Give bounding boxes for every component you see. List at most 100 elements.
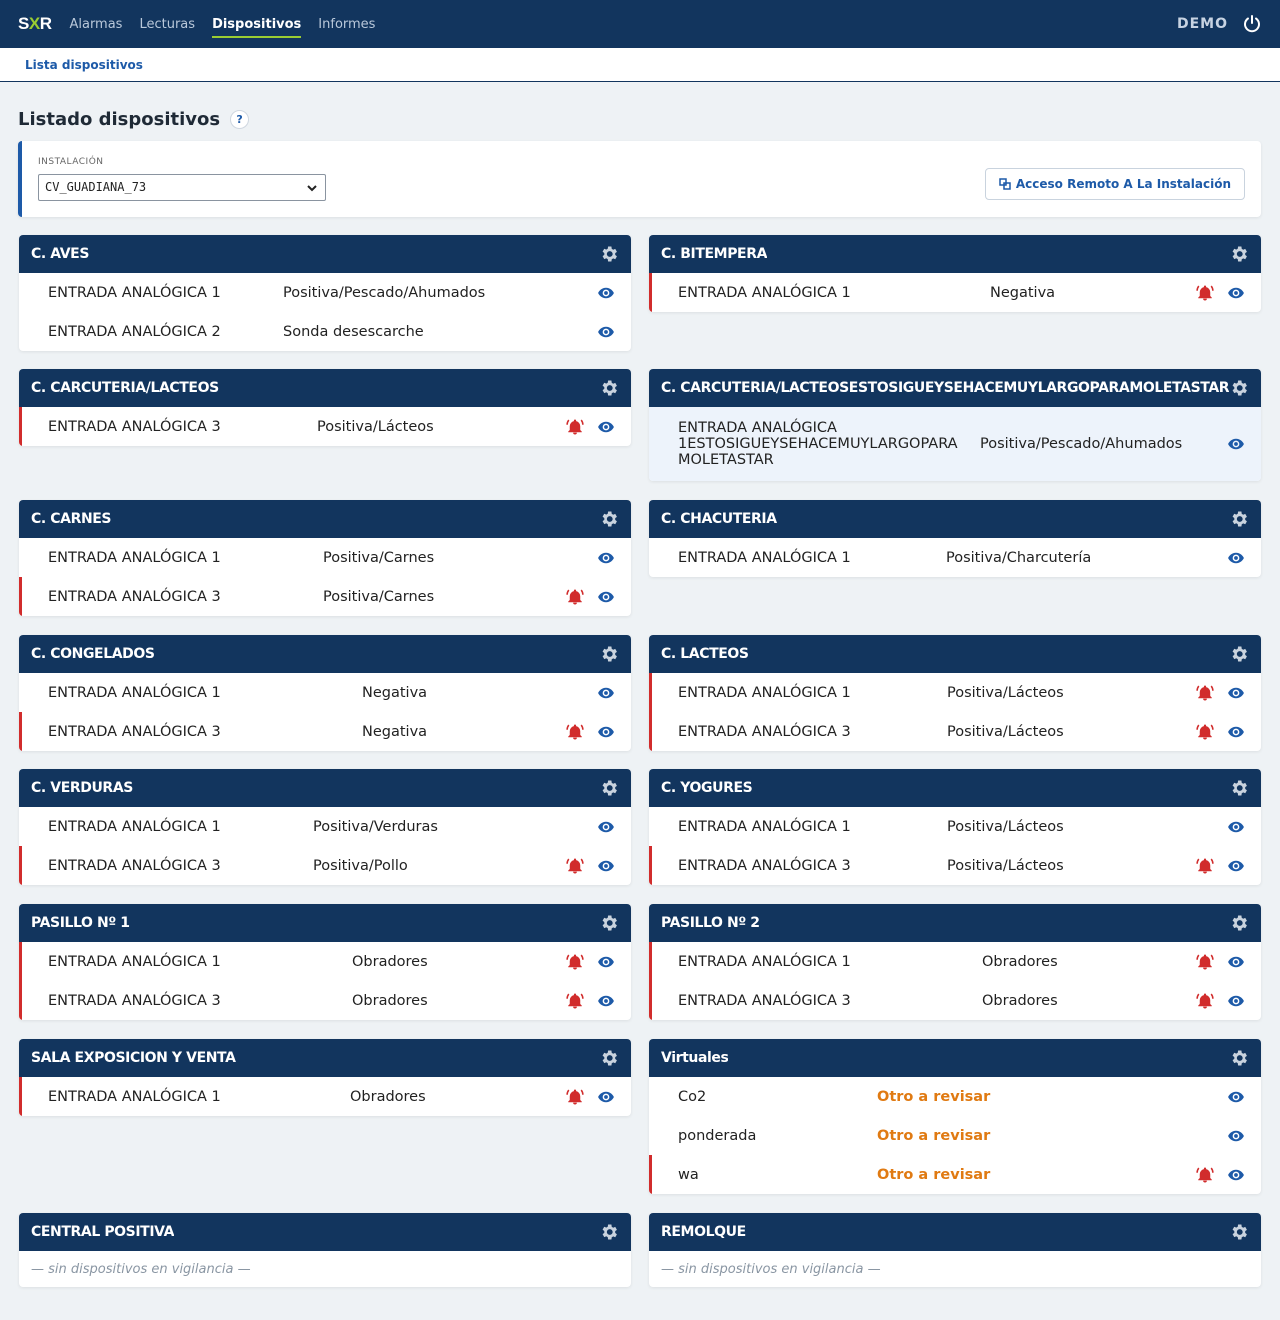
device-row[interactable]: wa Otro a revisar bbox=[649, 1155, 1261, 1194]
device-row[interactable]: ENTRADA ANALÓGICA 1ESTOSIGUEYSEHACEMUYLA… bbox=[649, 407, 1261, 481]
gear-icon[interactable] bbox=[1229, 913, 1249, 933]
gear-icon[interactable] bbox=[1229, 378, 1249, 398]
eye-icon[interactable] bbox=[597, 418, 615, 436]
device-row[interactable]: ENTRADA ANALÓGICA 3 Negativa bbox=[19, 712, 631, 751]
device-row[interactable]: ENTRADA ANALÓGICA 1 Obradores bbox=[649, 942, 1261, 981]
gear-icon[interactable] bbox=[599, 1222, 619, 1242]
gear-icon[interactable] bbox=[1229, 509, 1249, 529]
card-header: C. LACTEOS bbox=[649, 635, 1261, 673]
gear-icon[interactable] bbox=[599, 1048, 619, 1068]
device-row[interactable]: ENTRADA ANALÓGICA 1 Positiva/Charcutería bbox=[649, 538, 1261, 577]
nav-lecturas[interactable]: Lecturas bbox=[139, 0, 195, 48]
device-name: Co2 bbox=[678, 1088, 707, 1105]
card-header: C. CHACUTERIA bbox=[649, 500, 1261, 538]
eye-icon[interactable] bbox=[1227, 284, 1245, 302]
nav-informes[interactable]: Informes bbox=[318, 0, 375, 48]
device-row[interactable]: ENTRADA ANALÓGICA 1 Negativa bbox=[649, 273, 1261, 312]
device-row[interactable]: ENTRADA ANALÓGICA 1 Positiva/Carnes bbox=[19, 538, 631, 577]
eye-icon[interactable] bbox=[597, 684, 615, 702]
device-name: ENTRADA ANALÓGICA 3 bbox=[48, 588, 221, 605]
device-row[interactable]: ENTRADA ANALÓGICA 3 Positiva/Lácteos bbox=[649, 846, 1261, 885]
device-row[interactable]: ENTRADA ANALÓGICA 3 Positiva/Lácteos bbox=[649, 712, 1261, 751]
eye-icon[interactable] bbox=[597, 953, 615, 971]
device-row[interactable]: ENTRADA ANALÓGICA 1 Positiva/Lácteos bbox=[649, 673, 1261, 712]
gear-icon[interactable] bbox=[599, 509, 619, 529]
card-title: C. BITEMPERA bbox=[661, 246, 768, 262]
gear-icon[interactable] bbox=[1229, 1048, 1249, 1068]
gear-icon[interactable] bbox=[1229, 778, 1249, 798]
eye-icon[interactable] bbox=[597, 818, 615, 836]
gear-icon[interactable] bbox=[1229, 644, 1249, 664]
alarm-bell-icon[interactable] bbox=[1196, 953, 1214, 971]
device-card: SALA EXPOSICION Y VENTA ENTRADA ANALÓGICA… bbox=[19, 1039, 631, 1116]
eye-icon[interactable] bbox=[1227, 1166, 1245, 1184]
eye-icon[interactable] bbox=[1227, 1088, 1245, 1106]
eye-icon[interactable] bbox=[1227, 857, 1245, 875]
device-name: ENTRADA ANALÓGICA 3 bbox=[48, 418, 221, 435]
gear-icon[interactable] bbox=[599, 378, 619, 398]
device-row[interactable]: ENTRADA ANALÓGICA 3 Positiva/Carnes bbox=[19, 577, 631, 616]
eye-icon[interactable] bbox=[597, 323, 615, 341]
device-row[interactable]: ENTRADA ANALÓGICA 1 Obradores bbox=[19, 1077, 631, 1116]
eye-icon[interactable] bbox=[597, 549, 615, 567]
gear-icon[interactable] bbox=[1229, 244, 1249, 264]
eye-icon[interactable] bbox=[597, 1088, 615, 1106]
help-icon[interactable]: ? bbox=[230, 109, 250, 129]
eye-icon[interactable] bbox=[1227, 1127, 1245, 1145]
eye-icon[interactable] bbox=[1227, 818, 1245, 836]
device-row[interactable]: Co2 Otro a revisar bbox=[649, 1077, 1261, 1116]
device-row[interactable]: ENTRADA ANALÓGICA 3 Positiva/Lácteos bbox=[19, 407, 631, 446]
eye-icon[interactable] bbox=[597, 992, 615, 1010]
eye-icon[interactable] bbox=[1227, 953, 1245, 971]
device-card: PASILLO Nº 2 ENTRADA ANALÓGICA 1 Obradores… bbox=[649, 904, 1261, 1020]
device-row[interactable]: ENTRADA ANALÓGICA 1 Positiva/Lácteos bbox=[649, 807, 1261, 846]
alarm-bell-icon[interactable] bbox=[566, 857, 584, 875]
device-card: Virtuales Co2 Otro a revisar ponderada Otro … bbox=[649, 1039, 1261, 1194]
alarm-bell-icon[interactable] bbox=[566, 723, 584, 741]
eye-icon[interactable] bbox=[1227, 723, 1245, 741]
eye-icon[interactable] bbox=[597, 588, 615, 606]
gear-icon[interactable] bbox=[1229, 1222, 1249, 1242]
power-icon[interactable] bbox=[1242, 14, 1262, 34]
device-type: Positiva/Charcutería bbox=[946, 549, 1092, 566]
device-row[interactable]: ENTRADA ANALÓGICA 2 Sonda desescarche bbox=[19, 312, 631, 351]
nav-dispositivos[interactable]: Dispositivos bbox=[212, 0, 302, 48]
device-name: ENTRADA ANALÓGICA 1ESTOSIGUEYSEHACEMUYLA… bbox=[678, 420, 958, 468]
alarm-bell-icon[interactable] bbox=[1196, 992, 1214, 1010]
alarm-bell-icon[interactable] bbox=[1196, 684, 1214, 702]
eye-icon[interactable] bbox=[1227, 684, 1245, 702]
nav-alarmas[interactable]: Alarmas bbox=[69, 0, 122, 48]
device-row[interactable]: ENTRADA ANALÓGICA 3 Obradores bbox=[19, 981, 631, 1020]
alarm-bell-icon[interactable] bbox=[1196, 1166, 1214, 1184]
remote-access-button[interactable]: Acceso Remoto A La Instalación bbox=[984, 168, 1245, 200]
user-name[interactable]: DEMO bbox=[1177, 16, 1228, 32]
device-row[interactable]: ENTRADA ANALÓGICA 1 Negativa bbox=[19, 673, 631, 712]
logo[interactable]: SXR bbox=[18, 14, 52, 34]
alarm-bell-icon[interactable] bbox=[566, 1088, 584, 1106]
device-row[interactable]: ENTRADA ANALÓGICA 1 Positiva/Pescado/Ahum… bbox=[19, 273, 631, 312]
breadcrumb-lista-dispositivos[interactable]: Lista dispositivos bbox=[25, 58, 143, 72]
eye-icon[interactable] bbox=[597, 857, 615, 875]
alarm-bell-icon[interactable] bbox=[566, 418, 584, 436]
gear-icon[interactable] bbox=[599, 778, 619, 798]
gear-icon[interactable] bbox=[599, 913, 619, 933]
eye-icon[interactable] bbox=[597, 284, 615, 302]
device-row[interactable]: ponderada Otro a revisar bbox=[649, 1116, 1261, 1155]
alarm-bell-icon[interactable] bbox=[566, 992, 584, 1010]
device-row[interactable]: ENTRADA ANALÓGICA 3 Positiva/Pollo bbox=[19, 846, 631, 885]
installation-select[interactable]: CV_GUADIANA_73 bbox=[38, 174, 326, 201]
eye-icon[interactable] bbox=[1227, 992, 1245, 1010]
gear-icon[interactable] bbox=[599, 644, 619, 664]
alarm-bell-icon[interactable] bbox=[1196, 284, 1214, 302]
device-row[interactable]: ENTRADA ANALÓGICA 3 Obradores bbox=[649, 981, 1261, 1020]
alarm-bell-icon[interactable] bbox=[566, 588, 584, 606]
eye-icon[interactable] bbox=[1227, 549, 1245, 567]
alarm-bell-icon[interactable] bbox=[1196, 723, 1214, 741]
eye-icon[interactable] bbox=[597, 723, 615, 741]
eye-icon[interactable] bbox=[1227, 435, 1245, 453]
alarm-bell-icon[interactable] bbox=[1196, 857, 1214, 875]
alarm-bell-icon[interactable] bbox=[566, 953, 584, 971]
device-row[interactable]: ENTRADA ANALÓGICA 1 Obradores bbox=[19, 942, 631, 981]
gear-icon[interactable] bbox=[599, 244, 619, 264]
device-row[interactable]: ENTRADA ANALÓGICA 1 Positiva/Verduras bbox=[19, 807, 631, 846]
